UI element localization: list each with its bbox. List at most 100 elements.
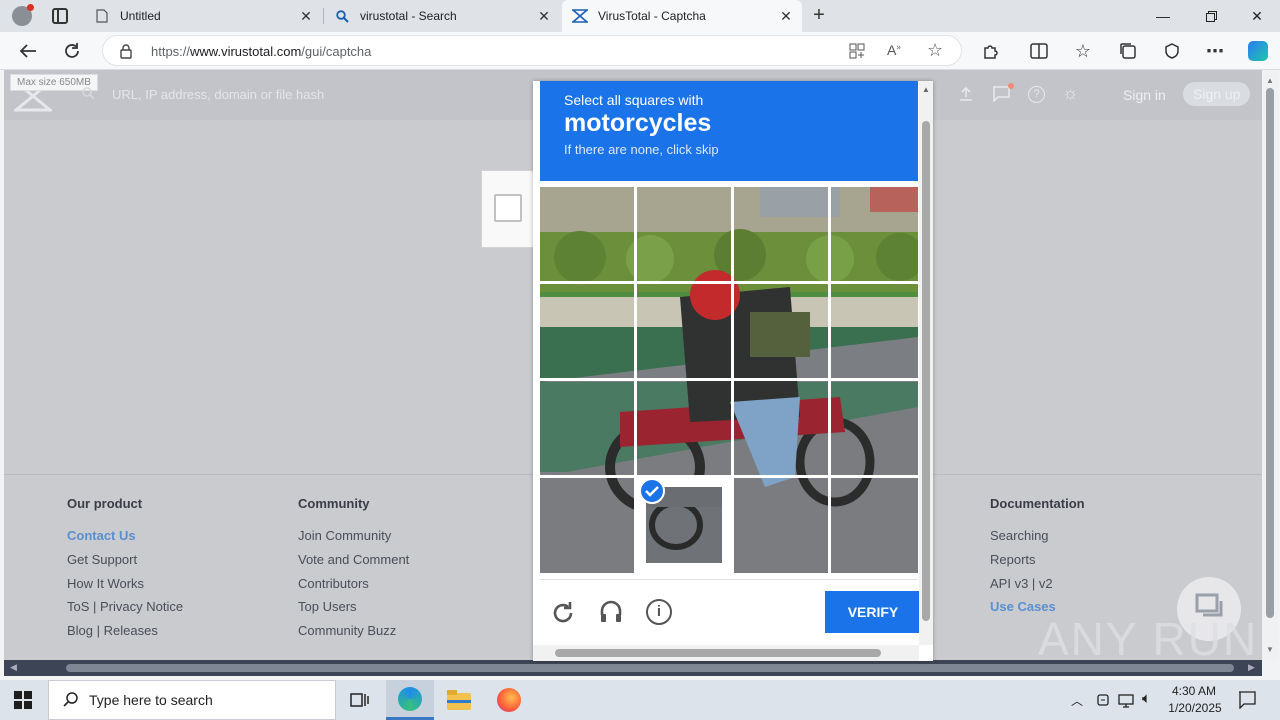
footer-link[interactable]: Reports [990,552,1036,567]
captcha-tile[interactable] [637,187,731,281]
notification-icon[interactable] [1238,691,1256,714]
tab-untitled[interactable]: Untitled ✕ [84,0,322,32]
search-icon [82,87,95,105]
browser-essentials-icon[interactable] [1157,36,1187,66]
captcha-image-grid [540,187,918,573]
reload-icon[interactable] [550,600,576,631]
minimize-button[interactable]: — [1140,0,1186,32]
captcha-scrollbar-vertical[interactable]: ▲ [919,81,933,645]
captcha-tile[interactable] [540,284,634,378]
sign-in-link[interactable]: Sign in [1123,87,1166,103]
clock-date[interactable]: 1/20/2025 [1166,701,1224,715]
captcha-tile[interactable] [734,381,828,475]
captcha-challenge-dialog: Select all squares with motorcycles If t… [533,81,933,661]
task-view-icon[interactable] [350,690,370,710]
taskbar-search-box[interactable]: Type here to search [48,680,336,720]
sign-up-button[interactable]: Sign up [1183,82,1251,106]
footer-heading: Community [298,496,370,511]
captcha-hint: If there are none, click skip [564,142,719,157]
footer-link[interactable]: Vote and Comment [298,552,409,567]
tab-title: virustotal - Search [360,9,457,23]
tab-virustotal-captcha[interactable]: VirusTotal - Captcha ✕ [562,0,802,32]
captcha-tile[interactable] [637,381,731,475]
address-toolbar: https://www.virustotal.com/gui/captcha A… [0,32,1280,70]
close-icon[interactable]: ✕ [536,8,552,24]
captcha-tile[interactable] [540,187,634,281]
captcha-tile[interactable] [831,187,918,281]
footer-link[interactable]: Get Support [67,552,137,567]
captcha-tile[interactable] [734,187,828,281]
lock-icon[interactable] [119,43,133,64]
extensions-icon[interactable] [976,36,1006,66]
checkmark-icon [639,478,665,504]
captcha-tile[interactable] [831,284,918,378]
captcha-tile[interactable] [540,381,634,475]
help-icon[interactable]: ? [1028,86,1045,103]
profile-avatar[interactable] [12,4,34,26]
captcha-instruction: Select all squares with [564,92,704,108]
captcha-tile[interactable] [831,381,918,475]
footer-link[interactable]: Join Community [298,528,391,543]
app-available-icon[interactable] [849,43,865,64]
back-button[interactable] [13,36,43,66]
read-aloud-icon[interactable]: A» [887,42,901,58]
footer-link[interactable]: ToS | Privacy Notice [67,599,183,614]
split-screen-icon[interactable] [1024,36,1054,66]
edge-taskbar-icon[interactable] [386,680,434,720]
footer-link[interactable]: API v3 | v2 [990,576,1053,591]
footer-link[interactable]: Top Users [298,599,357,614]
copilot-icon[interactable] [1243,36,1273,66]
page-scrollbar-vertical[interactable]: ▲ ▼ [1262,70,1278,660]
footer-link[interactable]: Blog | Releases [67,623,158,638]
clock-time[interactable]: 4:30 AM [1168,684,1220,698]
tray-security-icon[interactable] [1096,692,1110,713]
captcha-tile[interactable] [734,284,828,378]
close-icon[interactable]: ✕ [778,8,794,24]
search-icon [63,691,79,710]
theme-sun-icon[interactable]: ☼ [1062,83,1079,104]
captcha-target: motorcycles [564,109,712,137]
virustotal-icon [572,8,588,24]
windows-taskbar: Type here to search ︿ 🔈︎ 4:30 AM 1/20/20… [0,680,1280,720]
captcha-tile[interactable] [734,478,828,573]
search-icon [334,8,350,24]
footer-link[interactable]: How It Works [67,576,144,591]
captcha-tile[interactable] [831,478,918,573]
recaptcha-checkbox[interactable] [494,194,522,222]
recaptcha-widget [481,170,541,248]
collections-icon[interactable] [1113,36,1143,66]
maximize-button[interactable] [1188,0,1234,32]
start-button-icon[interactable] [14,691,32,709]
taskbar-search-placeholder: Type here to search [89,692,213,708]
footer-link[interactable]: Searching [990,528,1049,543]
captcha-scrollbar-horizontal[interactable] [533,645,919,661]
address-bar[interactable]: https://www.virustotal.com/gui/captcha A… [102,35,962,66]
close-window-button[interactable]: ✕ [1234,0,1280,32]
more-menu-icon[interactable]: ⋯ [1200,36,1230,66]
refresh-button[interactable] [57,36,87,66]
favorites-icon[interactable]: ☆ [1068,36,1098,66]
volume-icon[interactable]: 🔈︎ [1142,690,1151,707]
anyrun-watermark: ANY RUN [1038,613,1259,665]
tab-virustotal-search[interactable]: virustotal - Search ✕ [324,0,560,32]
verify-button[interactable]: VERIFY [825,591,921,633]
footer-link[interactable]: Contact Us [67,528,136,543]
captcha-tile[interactable] [540,478,634,573]
close-icon[interactable]: ✕ [298,8,314,24]
url-text: https://www.virustotal.com/gui/captcha [151,44,372,59]
upload-icon[interactable] [959,86,973,106]
hash-search-input[interactable]: URL, IP address, domain or file hash [112,87,324,102]
info-icon[interactable]: i [646,599,672,625]
chat-icon[interactable] [992,83,1014,107]
tab-actions-icon[interactable] [52,8,68,24]
footer-link[interactable]: Community Buzz [298,623,396,638]
favorite-star-icon[interactable]: ☆ [927,40,943,61]
file-explorer-icon[interactable] [447,690,471,710]
footer-link[interactable]: Contributors [298,576,369,591]
firefox-icon[interactable] [497,688,521,712]
tray-chevron-icon[interactable]: ︿ [1071,692,1083,709]
network-icon[interactable] [1118,692,1134,713]
new-tab-button[interactable]: + [808,4,830,28]
captcha-tile[interactable] [637,284,731,378]
audio-challenge-icon[interactable] [598,599,624,630]
